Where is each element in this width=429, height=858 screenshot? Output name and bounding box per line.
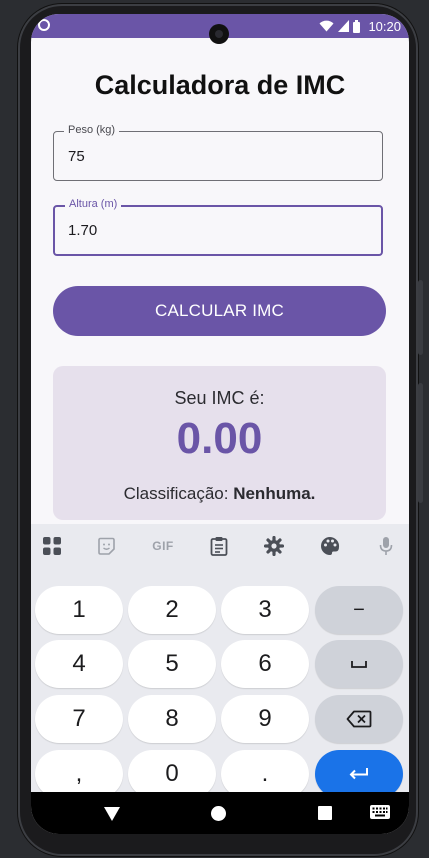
status-icons: 10:20 bbox=[319, 18, 401, 34]
key-2[interactable]: 2 bbox=[128, 586, 216, 634]
space-key[interactable] bbox=[315, 640, 403, 688]
key-0[interactable]: 0 bbox=[128, 750, 216, 798]
classification-text: Classificação: Nenhuma. bbox=[53, 484, 386, 504]
classification-label: Classificação: bbox=[123, 484, 229, 503]
keyboard-toolbar: GIF bbox=[31, 524, 409, 568]
wifi-icon bbox=[319, 20, 334, 32]
apps-grid-icon[interactable] bbox=[41, 536, 63, 556]
key-5[interactable]: 5 bbox=[128, 640, 216, 688]
volume-button bbox=[418, 383, 423, 503]
space-icon bbox=[351, 661, 367, 668]
home-icon[interactable] bbox=[211, 806, 226, 826]
mic-icon[interactable] bbox=[375, 536, 397, 556]
weight-field-value: 75 bbox=[68, 148, 85, 165]
gif-label: GIF bbox=[152, 539, 174, 553]
power-button bbox=[418, 280, 423, 355]
result-label: Seu IMC é: bbox=[174, 388, 265, 408]
classification-value: Nenhuma. bbox=[233, 484, 316, 503]
bmi-value: 0.00 bbox=[176, 414, 263, 463]
front-camera bbox=[209, 24, 229, 44]
height-field-label: Altura (m) bbox=[65, 198, 122, 210]
key-9[interactable]: 9 bbox=[221, 695, 309, 743]
back-icon[interactable] bbox=[104, 807, 120, 826]
key-7[interactable]: 7 bbox=[35, 695, 123, 743]
weight-field[interactable]: Peso (kg) 75 bbox=[53, 124, 383, 181]
backspace-key[interactable] bbox=[315, 695, 403, 743]
battery-icon bbox=[353, 19, 361, 33]
status-time: 10:20 bbox=[368, 18, 401, 34]
height-field-value: 1.70 bbox=[68, 222, 98, 239]
key-4[interactable]: 4 bbox=[35, 640, 123, 688]
key-minus[interactable]: − bbox=[315, 586, 403, 634]
backspace-icon bbox=[346, 710, 372, 728]
recents-icon[interactable] bbox=[318, 806, 332, 825]
key-1[interactable]: 1 bbox=[35, 586, 123, 634]
key-dot[interactable]: . bbox=[221, 750, 309, 798]
weight-field-label: Peso (kg) bbox=[64, 124, 120, 136]
key-comma[interactable]: , bbox=[35, 750, 123, 798]
result-card: Seu IMC é: 0.00 Classificação: Nenhuma. bbox=[53, 366, 386, 520]
page-title: Calculadora de IMC bbox=[94, 70, 346, 100]
app-screen: 10:20 Calculadora de IMC Peso (kg) 75 Al… bbox=[31, 14, 409, 834]
enter-icon bbox=[349, 768, 368, 780]
height-field[interactable]: Altura (m) 1.70 bbox=[53, 198, 383, 256]
clipboard-icon[interactable] bbox=[208, 536, 230, 556]
signal-icon bbox=[338, 20, 350, 32]
key-8[interactable]: 8 bbox=[128, 695, 216, 743]
navigation-bar bbox=[31, 792, 409, 834]
sticker-icon[interactable] bbox=[95, 536, 117, 556]
palette-icon[interactable] bbox=[319, 536, 341, 556]
notification-icon bbox=[38, 19, 50, 31]
keyboard-switch-icon[interactable] bbox=[370, 805, 390, 824]
calculate-button[interactable]: CALCULAR IMC bbox=[53, 286, 386, 336]
numeric-keyboard: GIF 1 2 3 − 4 5 6 7 8 9 , 0 . bbox=[31, 524, 409, 798]
gear-icon[interactable] bbox=[263, 536, 285, 556]
gif-icon[interactable]: GIF bbox=[149, 536, 177, 556]
key-6[interactable]: 6 bbox=[221, 640, 309, 688]
enter-key[interactable] bbox=[315, 750, 403, 798]
key-3[interactable]: 3 bbox=[221, 586, 309, 634]
